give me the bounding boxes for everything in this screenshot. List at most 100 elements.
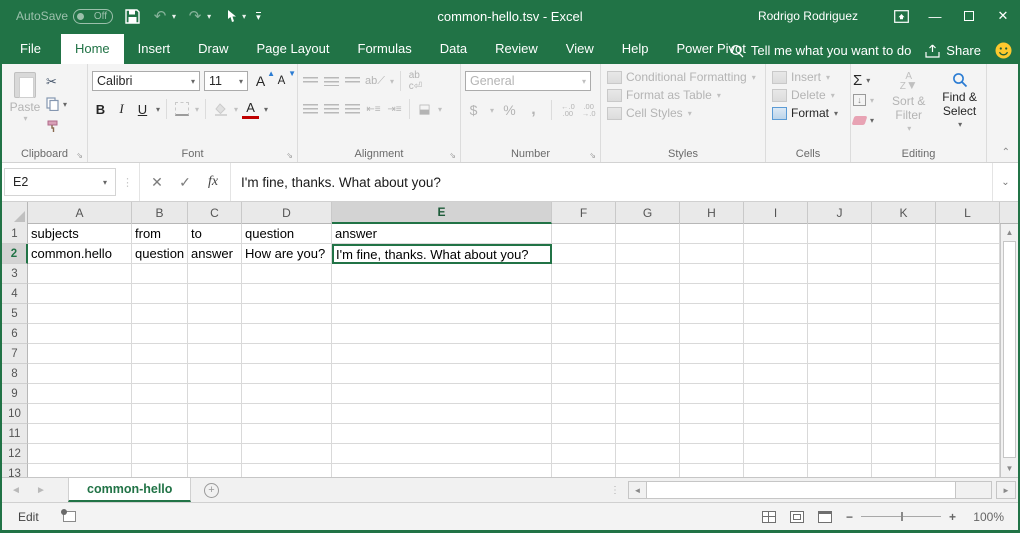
previous-sheet-icon[interactable]: ◄ — [2, 478, 30, 502]
cell-J1[interactable] — [808, 224, 872, 244]
comma-style-icon[interactable]: , — [525, 101, 542, 120]
cell-F5[interactable] — [552, 304, 616, 324]
cell-I9[interactable] — [744, 384, 808, 404]
cell-G3[interactable] — [616, 264, 680, 284]
column-header-G[interactable]: G — [616, 202, 680, 224]
cell-D3[interactable] — [242, 264, 332, 284]
cell-J6[interactable] — [808, 324, 872, 344]
column-header-K[interactable]: K — [872, 202, 936, 224]
alignment-dialog-launcher-icon[interactable]: ⇘ — [449, 151, 456, 160]
cell-H4[interactable] — [680, 284, 744, 304]
italic-button[interactable]: I — [113, 100, 130, 119]
zoom-slider[interactable]: − + — [846, 510, 956, 524]
minimize-button[interactable]: — — [918, 0, 952, 32]
cell-J11[interactable] — [808, 424, 872, 444]
cell-L12[interactable] — [936, 444, 1000, 464]
column-header-I[interactable]: I — [744, 202, 808, 224]
number-dialog-launcher-icon[interactable]: ⇘ — [589, 151, 596, 160]
format-as-table-button[interactable]: Format as Table▾ — [603, 88, 763, 102]
cell-F11[interactable] — [552, 424, 616, 444]
row-header-7[interactable]: 7 — [2, 344, 28, 364]
cell-K3[interactable] — [872, 264, 936, 284]
cell-B1[interactable]: from — [132, 224, 188, 244]
cell-F7[interactable] — [552, 344, 616, 364]
redo-icon[interactable]: ↷ — [186, 7, 204, 25]
sort-filter-button[interactable]: AZ▼ Sort & Filter ▾ — [884, 68, 933, 144]
cell-L8[interactable] — [936, 364, 1000, 384]
row-header-5[interactable]: 5 — [2, 304, 28, 324]
cell-D1[interactable]: question — [242, 224, 332, 244]
cell-I3[interactable] — [744, 264, 808, 284]
row-header-11[interactable]: 11 — [2, 424, 28, 444]
cell-G2[interactable] — [616, 244, 680, 264]
cell-A6[interactable] — [28, 324, 132, 344]
paste-button[interactable]: Paste ▾ — [4, 68, 46, 144]
cell-G12[interactable] — [616, 444, 680, 464]
font-color-button[interactable]: A — [242, 100, 259, 119]
cell-F13[interactable] — [552, 464, 616, 477]
cell-C1[interactable]: to — [188, 224, 242, 244]
cell-A11[interactable] — [28, 424, 132, 444]
close-button[interactable]: ✕ — [986, 0, 1020, 32]
align-center-icon[interactable] — [323, 100, 340, 119]
cell-H6[interactable] — [680, 324, 744, 344]
cell-L5[interactable] — [936, 304, 1000, 324]
cell-H5[interactable] — [680, 304, 744, 324]
autosave-switch-icon[interactable]: Off — [73, 9, 113, 24]
tell-me-box[interactable]: Tell me what you want to do — [730, 43, 911, 58]
cell-C12[interactable] — [188, 444, 242, 464]
format-cells-button[interactable]: Format▾ — [768, 106, 848, 120]
cell-A5[interactable] — [28, 304, 132, 324]
normal-view-icon[interactable] — [762, 511, 776, 523]
zoom-level[interactable]: 100% — [970, 510, 1004, 524]
top-align-icon[interactable] — [302, 72, 319, 91]
cell-E3[interactable] — [332, 264, 552, 284]
cell-K8[interactable] — [872, 364, 936, 384]
cell-E1[interactable]: answer — [332, 224, 552, 244]
cell-K6[interactable] — [872, 324, 936, 344]
cell-H12[interactable] — [680, 444, 744, 464]
account-name[interactable]: Rodrigo Rodriguez — [758, 9, 858, 23]
font-name-combo[interactable]: Calibri▾ — [92, 71, 200, 91]
column-header-E[interactable]: E — [332, 202, 552, 224]
zoom-thumb[interactable] — [901, 512, 903, 521]
cell-D8[interactable] — [242, 364, 332, 384]
cell-styles-button[interactable]: Cell Styles▾ — [603, 106, 763, 120]
cell-E11[interactable] — [332, 424, 552, 444]
cell-L6[interactable] — [936, 324, 1000, 344]
cell-L9[interactable] — [936, 384, 1000, 404]
cell-B13[interactable] — [132, 464, 188, 477]
page-layout-view-icon[interactable] — [790, 511, 804, 523]
cell-H1[interactable] — [680, 224, 744, 244]
merge-center-icon[interactable]: ⬓ — [416, 100, 433, 119]
cell-H13[interactable] — [680, 464, 744, 477]
new-sheet-button[interactable]: + — [191, 478, 231, 502]
tab-review[interactable]: Review — [481, 34, 552, 64]
cell-K1[interactable] — [872, 224, 936, 244]
vertical-scroll-thumb[interactable] — [1003, 241, 1016, 458]
cell-F12[interactable] — [552, 444, 616, 464]
cell-J3[interactable] — [808, 264, 872, 284]
cancel-entry-icon[interactable]: ✕ — [144, 170, 170, 194]
cell-A3[interactable] — [28, 264, 132, 284]
cell-G6[interactable] — [616, 324, 680, 344]
cell-K7[interactable] — [872, 344, 936, 364]
page-break-preview-icon[interactable] — [818, 511, 832, 523]
cell-C11[interactable] — [188, 424, 242, 444]
ribbon-display-options-icon[interactable] — [884, 0, 918, 32]
insert-function-icon[interactable]: fx — [200, 170, 226, 194]
cell-F9[interactable] — [552, 384, 616, 404]
percent-style-icon[interactable]: % — [501, 101, 518, 120]
cell-A8[interactable] — [28, 364, 132, 384]
cell-C13[interactable] — [188, 464, 242, 477]
cell-F8[interactable] — [552, 364, 616, 384]
cell-J9[interactable] — [808, 384, 872, 404]
cell-J5[interactable] — [808, 304, 872, 324]
cell-B6[interactable] — [132, 324, 188, 344]
increase-font-size-button[interactable]: A▲ — [252, 72, 269, 91]
cell-B3[interactable] — [132, 264, 188, 284]
cell-I8[interactable] — [744, 364, 808, 384]
fill-button[interactable]: ↓▾ — [853, 92, 882, 108]
cell-C6[interactable] — [188, 324, 242, 344]
macro-recording-icon[interactable] — [63, 511, 76, 522]
